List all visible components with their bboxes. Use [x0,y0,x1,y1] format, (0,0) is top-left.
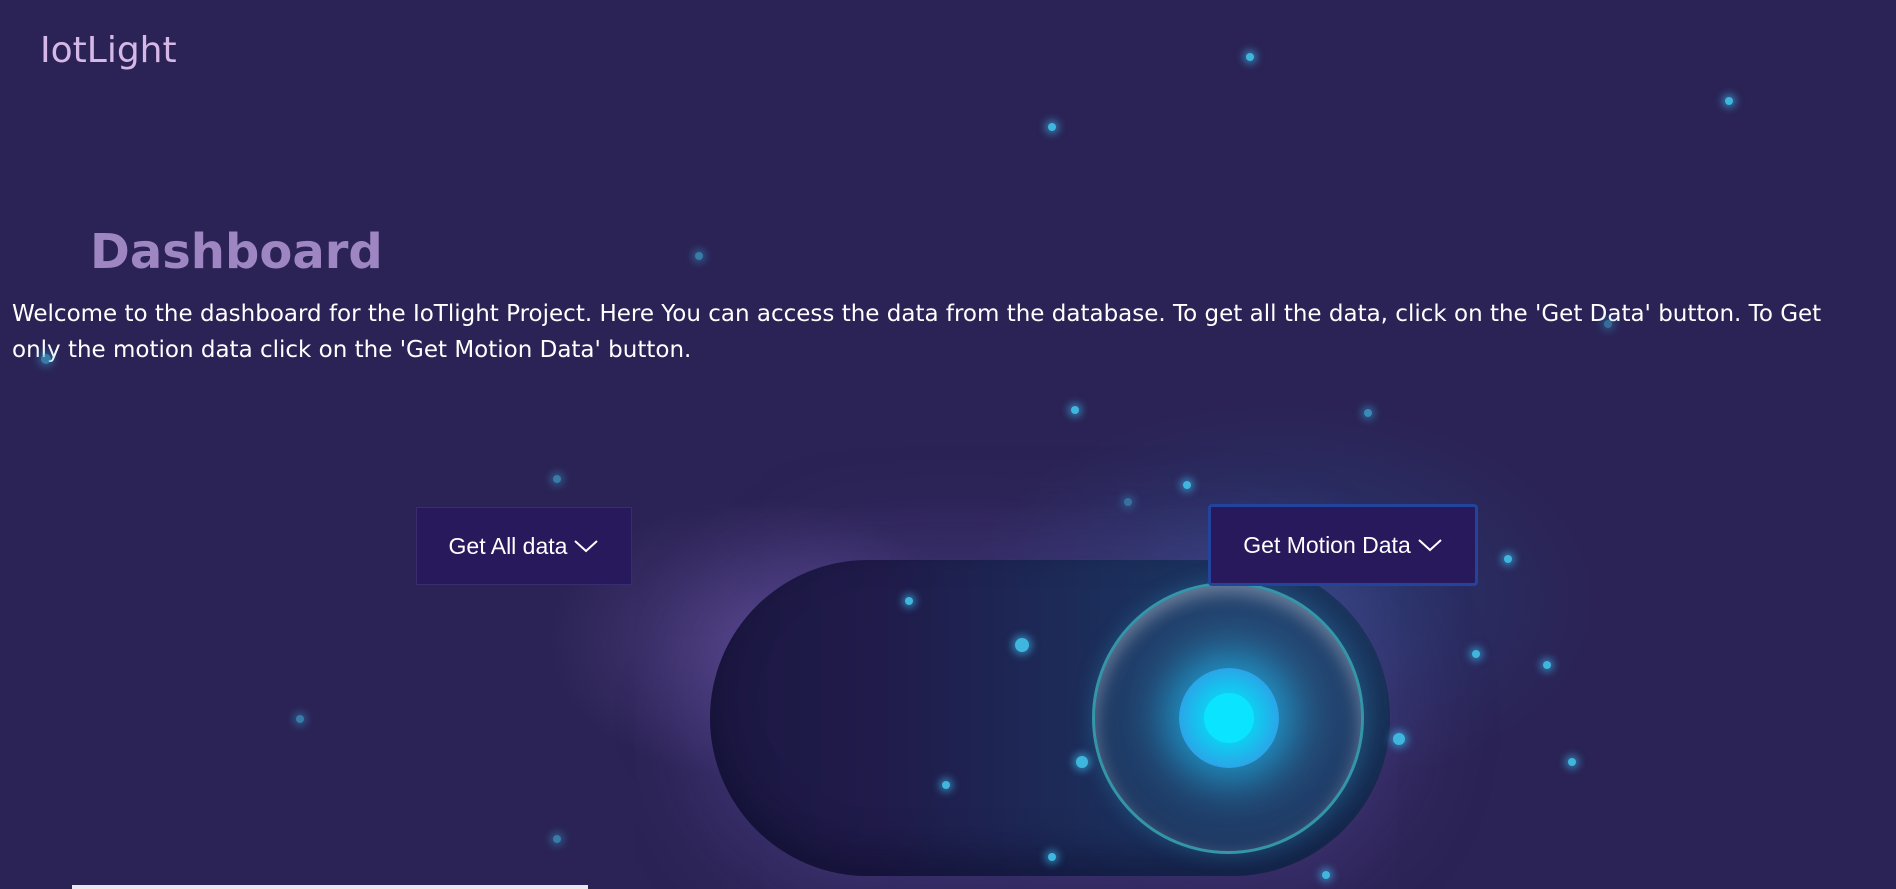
get-motion-data-button[interactable]: Get Motion Data [1208,504,1478,586]
get-all-data-label: Get All data [448,532,568,559]
page-title: Dashboard [90,224,383,280]
particle [296,715,304,723]
particle [1543,661,1551,669]
particle [1183,481,1191,489]
particle [1364,409,1372,417]
particle [1725,97,1733,105]
particle [553,475,561,483]
particle [1246,53,1254,61]
chevron-down-icon [573,538,599,554]
particle [1604,320,1612,328]
dashboard-page: IotLight Dashboard Welcome to the dashbo… [0,0,1896,889]
particle [1048,853,1056,861]
particle [1393,733,1405,745]
particle [1076,756,1088,768]
glow-core-illustration [1204,693,1254,743]
particle [1048,123,1056,131]
particle [1015,638,1029,652]
horizontal-scrollbar[interactable] [72,885,588,889]
particle [41,354,51,364]
brand-logo[interactable]: IotLight [40,30,177,71]
particle [1071,406,1079,414]
particle [905,597,913,605]
particle [1568,758,1576,766]
particle [1322,871,1330,879]
particle [942,781,950,789]
particle [1504,555,1512,563]
particle [695,252,703,260]
get-motion-data-label: Get Motion Data [1243,531,1411,558]
particle [553,835,561,843]
get-all-data-button[interactable]: Get All data [416,507,632,585]
chevron-down-icon [1417,537,1443,553]
particle [1472,650,1480,658]
particle [1124,498,1132,506]
intro-text: Welcome to the dashboard for the IoTligh… [12,301,1822,363]
